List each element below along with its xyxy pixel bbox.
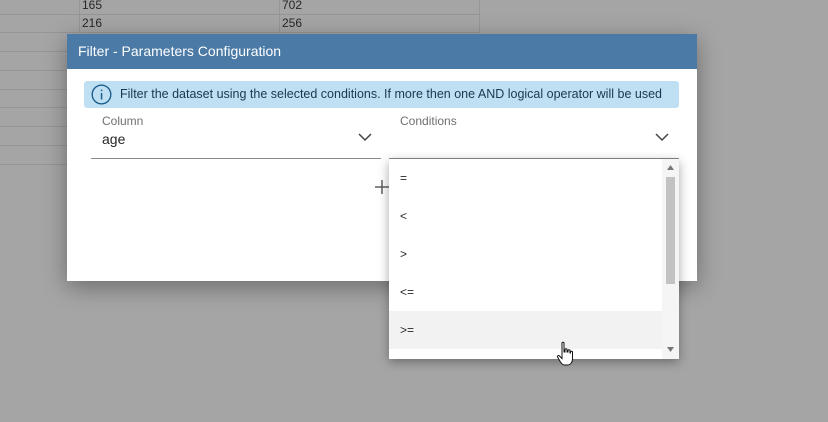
table-cell: 256 xyxy=(279,14,480,32)
dropdown-option[interactable]: >= xyxy=(389,311,662,349)
scroll-up-icon[interactable] xyxy=(666,164,675,172)
table-row: 216 256 xyxy=(0,14,480,33)
column-value: age xyxy=(102,131,126,147)
info-text: Filter the dataset using the selected co… xyxy=(120,87,662,101)
info-banner: Filter the dataset using the selected co… xyxy=(84,81,679,108)
add-condition-icon[interactable] xyxy=(374,179,390,195)
table-cell: 216 xyxy=(79,14,279,32)
column-label: Column xyxy=(102,114,144,128)
column-select[interactable]: Column age xyxy=(91,114,381,159)
conditions-label: Conditions xyxy=(400,114,457,128)
table-row xyxy=(0,52,67,71)
table-row xyxy=(0,89,67,108)
dropdown-option[interactable]: <= xyxy=(389,273,662,311)
info-icon xyxy=(91,84,112,105)
hand-cursor-icon xyxy=(556,341,573,366)
scroll-thumb[interactable] xyxy=(666,177,675,284)
table-row xyxy=(0,127,67,146)
conditions-select[interactable]: Conditions xyxy=(389,114,679,159)
dropdown-scrollbar[interactable] xyxy=(662,159,679,359)
table-row: 165 702 xyxy=(0,0,480,15)
table-cell: 165 xyxy=(79,0,279,14)
dropdown-option[interactable]: < xyxy=(389,197,662,235)
table-cell: 702 xyxy=(279,0,480,14)
dropdown-option[interactable]: = xyxy=(389,159,662,197)
table-row xyxy=(0,108,67,127)
table-row xyxy=(0,71,67,90)
table-row xyxy=(0,33,67,52)
table-row xyxy=(0,146,67,165)
chevron-down-icon[interactable] xyxy=(358,132,372,142)
chevron-down-icon[interactable] xyxy=(655,132,669,142)
dialog-title: Filter - Parameters Configuration xyxy=(67,34,697,69)
dropdown-option[interactable]: > xyxy=(389,235,662,273)
scroll-down-icon[interactable] xyxy=(666,345,675,353)
conditions-dropdown: = < > <= >= xyxy=(389,159,679,359)
